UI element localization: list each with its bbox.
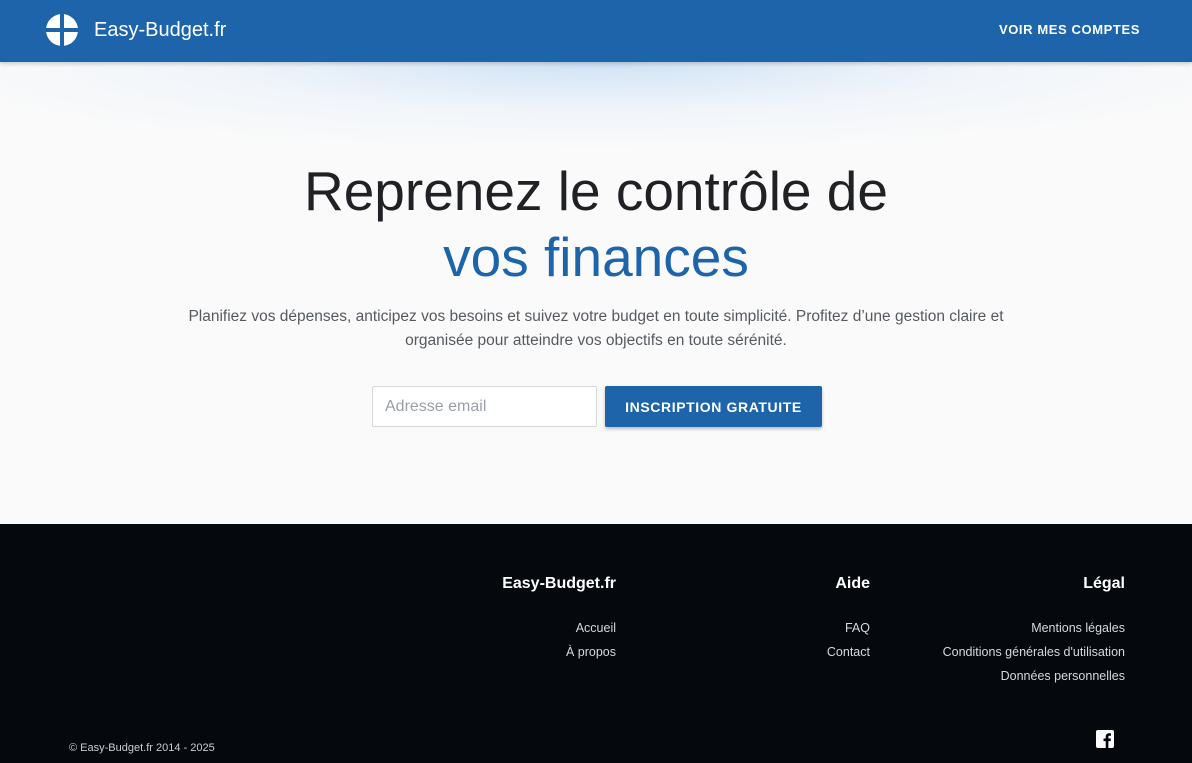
top-navbar: Easy-Budget.fr VOIR MES COMPTES [0, 0, 1192, 62]
facebook-icon [1096, 730, 1114, 748]
hero-title: Reprenez le contrôle de vos finances [0, 158, 1192, 290]
footer-link-faq[interactable]: FAQ [845, 621, 870, 635]
footer-link-contact[interactable]: Contact [827, 645, 870, 659]
brand-home-link[interactable]: Easy-Budget.fr [46, 14, 226, 46]
view-accounts-link[interactable]: VOIR MES COMPTES [999, 22, 1140, 37]
footer-link-home[interactable]: Accueil [576, 621, 616, 635]
footer-column-title: Aide [835, 575, 870, 592]
footer-link-legal-notice[interactable]: Mentions légales [1031, 621, 1125, 635]
footer-column-title: Easy-Budget.fr [502, 575, 616, 592]
hero-section: Reprenez le contrôle de vos finances Pla… [0, 62, 1192, 524]
footer-column-brand: Easy-Budget.fr Accueil À propos [502, 574, 616, 664]
signup-form: INSCRIPTION GRATUITE [372, 386, 822, 427]
footer-column-help: Aide FAQ Contact [827, 574, 870, 664]
footer-column-legal: Légal Mentions légales Conditions généra… [943, 574, 1125, 688]
page: Easy-Budget.fr VOIR MES COMPTES Reprenez… [0, 0, 1192, 763]
facebook-link[interactable] [1096, 730, 1114, 748]
copyright-text: © Easy-Budget.fr 2014 - 2025 [69, 742, 215, 754]
brand-name: Easy-Budget.fr [94, 18, 227, 41]
free-signup-button[interactable]: INSCRIPTION GRATUITE [605, 386, 822, 427]
email-input[interactable] [372, 386, 597, 427]
hero-subtitle: Planifiez vos dépenses, anticipez vos be… [188, 308, 1004, 349]
hero-title-accent: vos finances [443, 226, 749, 288]
footer-link-privacy[interactable]: Données personnelles [1001, 669, 1125, 683]
footer-link-terms[interactable]: Conditions générales d'utilisation [943, 645, 1125, 659]
footer-column-title: Légal [1083, 575, 1125, 592]
hero-title-line1: Reprenez le contrôle de [304, 160, 888, 222]
pie-quarters-logo-icon [46, 14, 78, 46]
site-footer: Easy-Budget.fr Accueil À propos Aide FAQ… [0, 524, 1192, 763]
footer-link-about[interactable]: À propos [566, 645, 616, 659]
